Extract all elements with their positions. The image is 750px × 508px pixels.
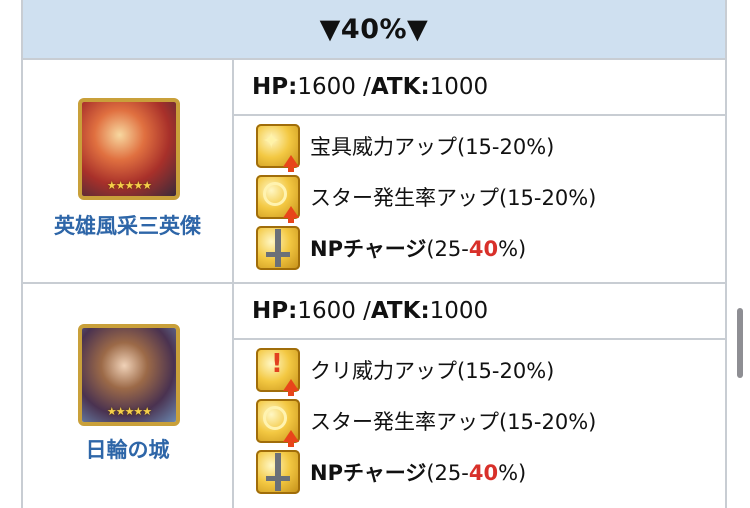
craft-essence-table: ▼40%▼ ★★★★★ 英雄風采三英傑 HP: 1600 / ATK: 1000… — [21, 0, 727, 508]
skill-text: スター発生率アップ(15-20%) — [310, 186, 597, 210]
card-thumbnail[interactable]: ★★★★★ — [78, 324, 180, 426]
skill-text: 宝具威力アップ(15-20%) — [310, 135, 555, 159]
header-title: ▼40%▼ — [319, 13, 429, 45]
skill-range-start: (25- — [426, 461, 469, 485]
card-cell: ★★★★★ 英雄風采三英傑 — [23, 60, 234, 282]
skill-range-end: %) — [498, 237, 527, 261]
card-cell: ★★★★★ 日輪の城 — [23, 284, 234, 508]
np-charge-label: NPチャージ — [310, 237, 427, 261]
skill-item: NPチャージ(25-40%) — [256, 224, 526, 272]
stats-cell: HP: 1600 / ATK: 1000 — [234, 60, 725, 116]
skill-text: クリ威力アップ(15-20%) — [310, 359, 555, 383]
stats-separator: / — [355, 74, 371, 100]
table-header: ▼40%▼ — [23, 0, 725, 60]
np-charge-label: NPチャージ — [310, 461, 427, 485]
atk-label: ATK: — [370, 298, 430, 324]
rarity-stars: ★★★★★ — [106, 405, 152, 418]
atk-value: 1000 — [429, 74, 489, 100]
skill-text: NPチャージ(25-40%) — [310, 457, 526, 487]
card-thumbnail[interactable]: ★★★★★ — [78, 98, 180, 200]
hp-value: 1600 — [297, 298, 356, 324]
np-charge-icon — [256, 226, 300, 270]
star-gen-up-icon — [256, 175, 300, 223]
stats-cell: HP: 1600 / ATK: 1000 — [234, 284, 725, 340]
skill-range-start: (25- — [426, 237, 469, 261]
skill-item: ✦ 宝具威力アップ(15-20%) — [256, 122, 555, 172]
skill-range-end: %) — [498, 461, 527, 485]
np-damage-up-icon: ✦ — [256, 124, 300, 172]
np-charge-icon — [256, 450, 300, 494]
atk-label: ATK: — [370, 74, 430, 100]
stats-separator: / — [355, 298, 371, 324]
hp-label: HP: — [252, 298, 298, 324]
skill-item: スター発生率アップ(15-20%) — [256, 397, 597, 447]
atk-value: 1000 — [429, 298, 489, 324]
skill-item: スター発生率アップ(15-20%) — [256, 173, 597, 223]
crit-damage-up-icon: ! — [256, 348, 300, 396]
table-row: ★★★★★ 日輪の城 HP: 1600 / ATK: 1000 ! クリ威力アッ… — [23, 284, 725, 508]
skill-text: スター発生率アップ(15-20%) — [310, 410, 597, 434]
hp-label: HP: — [252, 74, 298, 100]
skill-range-max: 40 — [468, 237, 499, 261]
table-row: ★★★★★ 英雄風采三英傑 HP: 1600 / ATK: 1000 ✦ 宝具威… — [23, 60, 725, 284]
skill-range-max: 40 — [468, 461, 499, 485]
card-name-link[interactable]: 日輪の城 — [23, 434, 232, 464]
skill-item: ! クリ威力アップ(15-20%) — [256, 346, 555, 396]
skill-text: NPチャージ(25-40%) — [310, 233, 526, 263]
hp-value: 1600 — [297, 74, 356, 100]
skill-item: NPチャージ(25-40%) — [256, 448, 526, 496]
rarity-stars: ★★★★★ — [106, 179, 152, 192]
card-name-link[interactable]: 英雄風采三英傑 — [23, 210, 232, 240]
page-scrollbar[interactable] — [737, 308, 743, 378]
star-gen-up-icon — [256, 399, 300, 447]
